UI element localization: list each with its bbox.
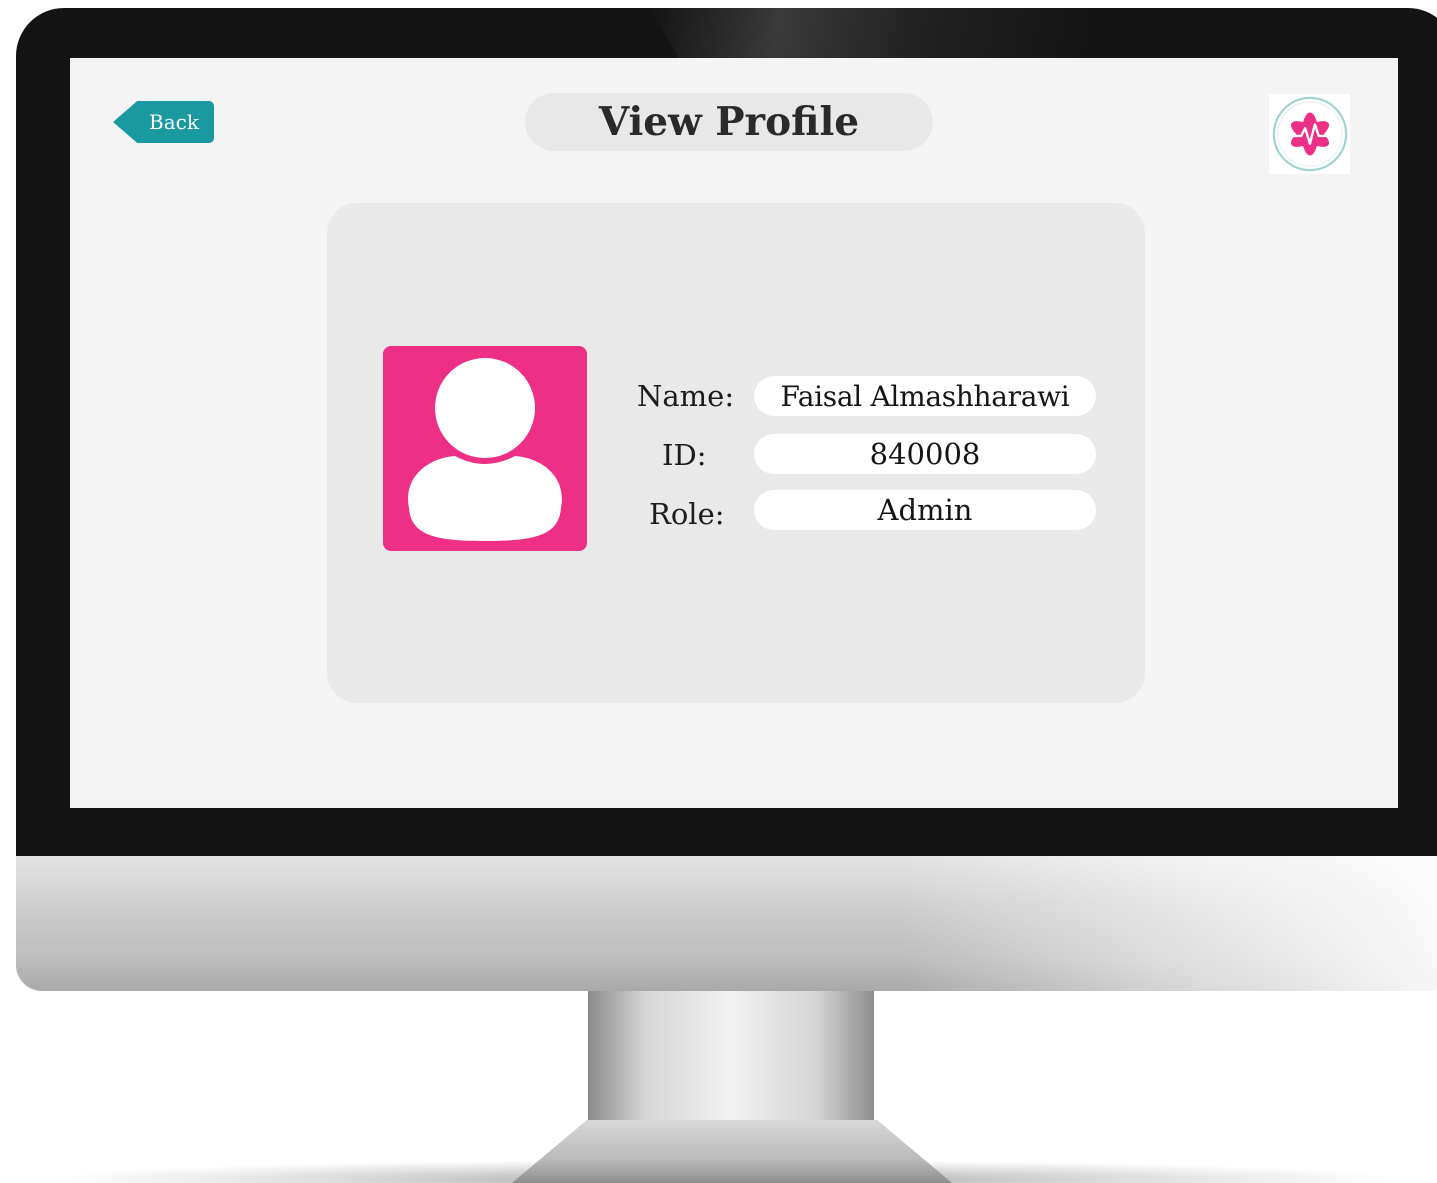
app-screen: Back View Profile Name: Faisal Almashhar… (70, 58, 1398, 808)
back-button[interactable]: Back (113, 101, 214, 143)
page-title-text: View Profile (598, 99, 860, 145)
id-label: ID: (662, 438, 707, 472)
page-title: View Profile (525, 93, 933, 151)
name-label: Name: (637, 379, 735, 413)
role-label: Role: (649, 497, 725, 531)
id-value: 840008 (754, 434, 1096, 474)
avatar (383, 346, 587, 551)
back-button-label: Back (149, 110, 199, 134)
role-value: Admin (754, 490, 1096, 530)
monitor-stand-base (512, 1120, 952, 1183)
user-silhouette-icon (408, 358, 562, 541)
medical-star-heartbeat-icon (1272, 96, 1347, 172)
monitor-chin (16, 856, 1437, 991)
profile-card: Name: Faisal Almashharawi ID: 840008 Rol… (327, 203, 1145, 703)
name-value: Faisal Almashharawi (754, 376, 1096, 416)
app-logo (1269, 94, 1350, 174)
